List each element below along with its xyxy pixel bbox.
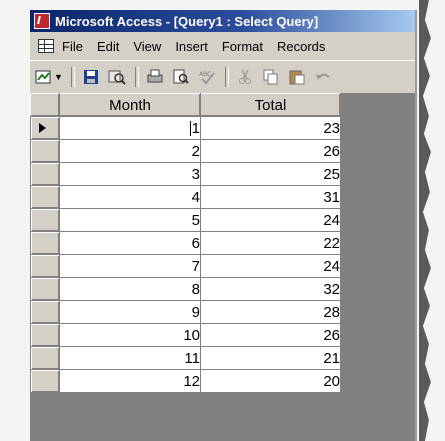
month-cell[interactable]: 7 (59, 254, 201, 278)
record-selector[interactable] (30, 369, 60, 393)
column-header-month[interactable]: Month (59, 93, 201, 117)
month-cell[interactable]: 6 (59, 231, 201, 255)
total-cell[interactable]: 26 (200, 323, 341, 347)
total-cell[interactable]: 24 (200, 254, 341, 278)
view-icon[interactable] (34, 67, 54, 87)
record-selector[interactable] (30, 116, 60, 140)
table-row: 5 24 (30, 208, 341, 232)
menu-insert[interactable]: Insert (175, 39, 208, 54)
record-selector[interactable] (30, 139, 60, 163)
toolbar-separator (224, 67, 229, 87)
record-selector[interactable] (30, 231, 60, 255)
month-cell[interactable]: 9 (59, 300, 201, 324)
record-selector[interactable] (30, 208, 60, 232)
cut-icon[interactable] (235, 67, 255, 87)
total-cell[interactable]: 23 (200, 116, 341, 140)
title-bar[interactable]: Microsoft Access - [Query1 : Select Quer… (30, 10, 415, 32)
column-header-total[interactable]: Total (200, 93, 341, 117)
view-dropdown-icon[interactable]: ▼ (54, 72, 63, 82)
menu-bar: File Edit View Insert Format Records (30, 32, 415, 61)
toolbar-separator (70, 67, 75, 87)
menu-view[interactable]: View (133, 39, 161, 54)
table-row: 2 26 (30, 139, 341, 163)
print-icon[interactable] (145, 67, 165, 87)
month-cell[interactable]: 11 (59, 346, 201, 370)
access-window: Microsoft Access - [Query1 : Select Quer… (30, 10, 415, 441)
month-value: 1 (191, 119, 200, 137)
month-cell[interactable]: 1 (59, 116, 201, 140)
month-cell[interactable]: 4 (59, 185, 201, 209)
toolbar: ▼ ABC (30, 61, 415, 94)
total-cell[interactable]: 28 (200, 300, 341, 324)
table-row: 3 25 (30, 162, 341, 186)
table-row: 8 32 (30, 277, 341, 301)
record-selector[interactable] (30, 254, 60, 278)
total-cell[interactable]: 26 (200, 139, 341, 163)
datasheet-area: Month Total 1 23 2 26 3 25 4 31 5 24 6 2… (30, 93, 415, 441)
total-cell[interactable]: 21 (200, 346, 341, 370)
table-row: 12 20 (30, 369, 341, 393)
total-cell[interactable]: 25 (200, 162, 341, 186)
copy-icon[interactable] (261, 67, 281, 87)
undo-icon[interactable] (313, 67, 333, 87)
window-title: Microsoft Access - [Query1 : Select Quer… (55, 13, 319, 29)
save-icon[interactable] (81, 67, 101, 87)
datasheet-icon[interactable] (36, 37, 56, 55)
menu-file[interactable]: File (62, 39, 83, 54)
header-row: Month Total (30, 93, 341, 117)
search-icon[interactable] (107, 67, 127, 87)
svg-text:ABC: ABC (199, 71, 211, 78)
total-cell[interactable]: 32 (200, 277, 341, 301)
menu-format[interactable]: Format (222, 39, 263, 54)
current-record-icon (39, 123, 46, 133)
month-cell[interactable]: 8 (59, 277, 201, 301)
month-cell[interactable]: 5 (59, 208, 201, 232)
spelling-icon[interactable]: ABC (197, 67, 217, 87)
record-selector[interactable] (30, 162, 60, 186)
record-selector[interactable] (30, 300, 60, 324)
print-preview-icon[interactable] (171, 67, 191, 87)
table-row: 11 21 (30, 346, 341, 370)
table-row: 7 24 (30, 254, 341, 278)
menu-records[interactable]: Records (277, 39, 325, 54)
total-cell[interactable]: 22 (200, 231, 341, 255)
text-cursor (189, 121, 191, 137)
table-row: 10 26 (30, 323, 341, 347)
record-selector[interactable] (30, 346, 60, 370)
datasheet-grid: Month Total 1 23 2 26 3 25 4 31 5 24 6 2… (30, 93, 341, 393)
total-cell[interactable]: 20 (200, 369, 341, 393)
month-cell[interactable]: 3 (59, 162, 201, 186)
access-app-icon[interactable] (34, 13, 50, 29)
table-row: 1 23 (30, 116, 341, 140)
toolbar-separator (134, 67, 139, 87)
table-row: 9 28 (30, 300, 341, 324)
menu-edit[interactable]: Edit (97, 39, 119, 54)
total-cell[interactable]: 24 (200, 208, 341, 232)
record-selector[interactable] (30, 185, 60, 209)
record-selector[interactable] (30, 277, 60, 301)
month-cell[interactable]: 12 (59, 369, 201, 393)
table-row: 6 22 (30, 231, 341, 255)
select-all-corner[interactable] (30, 93, 60, 117)
total-cell[interactable]: 31 (200, 185, 341, 209)
torn-edge (419, 0, 445, 441)
month-cell[interactable]: 10 (59, 323, 201, 347)
record-selector[interactable] (30, 323, 60, 347)
month-cell[interactable]: 2 (59, 139, 201, 163)
table-row: 4 31 (30, 185, 341, 209)
paste-icon[interactable] (287, 67, 307, 87)
